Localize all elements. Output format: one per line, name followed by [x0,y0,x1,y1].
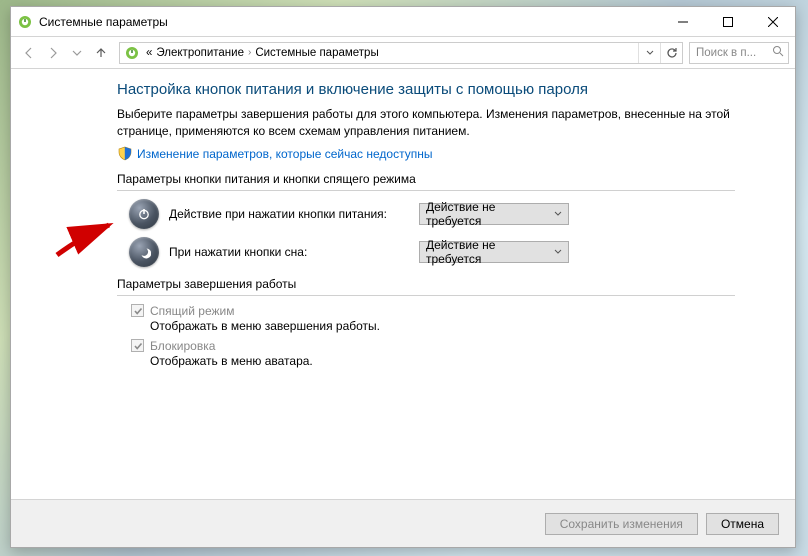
up-button[interactable] [89,41,113,65]
shield-icon [117,146,133,162]
lock-checkbox [131,339,144,352]
sleep-button-label: При нажатии кнопки сна: [169,245,419,259]
section-shutdown-title: Параметры завершения работы [117,277,735,291]
minimize-button[interactable] [660,7,705,36]
control-panel-window: Системные параметры « Электропитание › С… [10,6,796,548]
search-placeholder: Поиск в п... [696,47,756,59]
cancel-button[interactable]: Отмена [706,513,779,535]
page-title: Настройка кнопок питания и включение защ… [117,81,735,98]
content-area: Настройка кнопок питания и включение защ… [11,69,795,499]
power-options-icon [124,45,140,61]
power-button-row: Действие при нажатии кнопки питания: Дей… [117,199,735,229]
address-dropdown[interactable] [638,43,660,63]
breadcrumb-separator: › [248,47,251,58]
dropdown-value: Действие не требуется [426,238,554,266]
lock-checkbox-label: Блокировка [150,339,215,353]
search-icon [772,45,784,60]
dropdown-value: Действие не требуется [426,200,554,228]
section-power-buttons-title: Параметры кнопки питания и кнопки спящег… [117,172,735,186]
section-divider [117,295,735,296]
address-bar[interactable]: « Электропитание › Системные параметры [119,42,683,64]
sleep-button-action-select[interactable]: Действие не требуется [419,241,569,263]
refresh-button[interactable] [660,43,682,63]
breadcrumb-item[interactable]: Электропитание [156,47,244,59]
power-button-label: Действие при нажатии кнопки питания: [169,207,419,221]
breadcrumb-prefix: « [146,47,152,59]
chevron-down-icon [554,207,562,221]
annotation-arrow [53,219,123,259]
sleep-checkbox-label: Спящий режим [150,304,234,318]
save-button[interactable]: Сохранить изменения [545,513,698,535]
back-button[interactable] [17,41,41,65]
page-description: Выберите параметры завершения работы для… [117,106,735,140]
chevron-down-icon [554,245,562,259]
navigation-bar: « Электропитание › Системные параметры П… [11,37,795,69]
window-controls [660,7,795,36]
search-input[interactable]: Поиск в п... [689,42,789,64]
lock-checkbox-sub: Отображать в меню аватара. [150,354,735,368]
sleep-checkbox-sub: Отображать в меню завершения работы. [150,319,735,333]
power-button-action-select[interactable]: Действие не требуется [419,203,569,225]
lock-checkbox-row: Блокировка Отображать в меню аватара. [131,339,735,368]
sleep-button-row: При нажатии кнопки сна: Действие не треб… [117,237,735,267]
titlebar: Системные параметры [11,7,795,37]
power-options-icon [17,14,33,30]
window-title: Системные параметры [39,15,660,29]
sleep-checkbox [131,304,144,317]
sleep-icon [129,237,159,267]
power-icon [129,199,159,229]
sleep-checkbox-row: Спящий режим Отображать в меню завершени… [131,304,735,333]
footer: Сохранить изменения Отмена [11,499,795,547]
close-button[interactable] [750,7,795,36]
recent-dropdown[interactable] [65,41,89,65]
uac-link-row: Изменение параметров, которые сейчас нед… [117,146,735,162]
section-divider [117,190,735,191]
breadcrumb-item[interactable]: Системные параметры [255,47,378,59]
maximize-button[interactable] [705,7,750,36]
change-unavailable-settings-link[interactable]: Изменение параметров, которые сейчас нед… [137,147,433,161]
forward-button[interactable] [41,41,65,65]
